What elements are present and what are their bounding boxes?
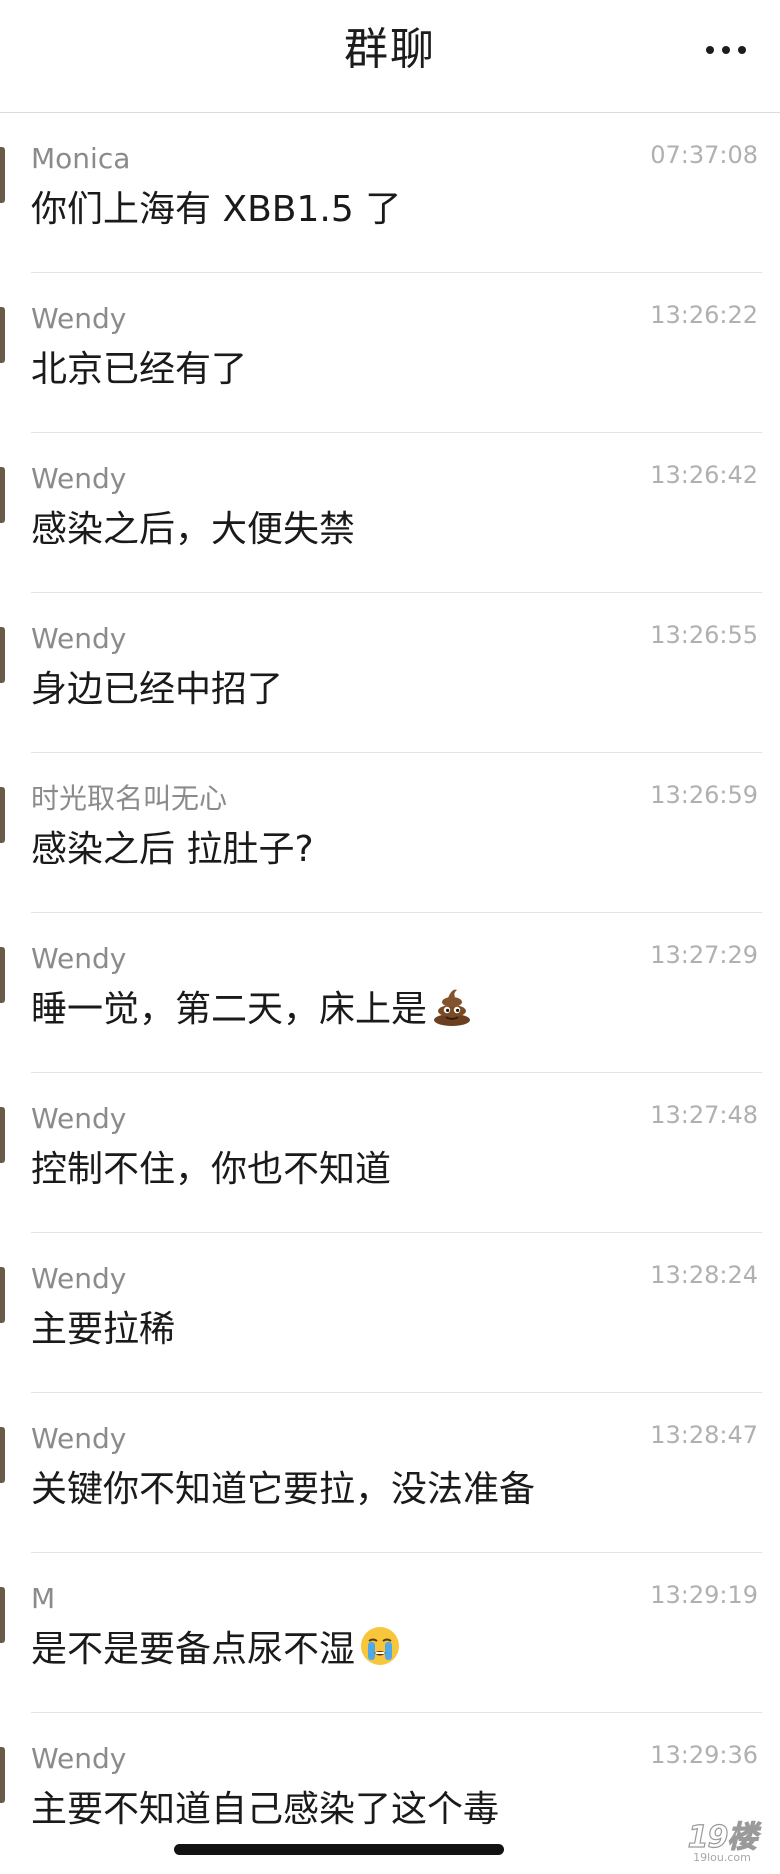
avatar[interactable]	[0, 1107, 5, 1163]
message-text: 主要不知道自己感染了这个毒	[31, 1789, 500, 1830]
watermark-logo: 19楼 19lou.com	[682, 1810, 762, 1866]
more-dots-icon	[706, 46, 714, 54]
message-time: 13:27:29	[650, 941, 758, 969]
message-text: 你们上海有 XBB1.5 了	[31, 189, 402, 230]
avatar[interactable]	[0, 1747, 5, 1803]
page-title: 群聊	[344, 24, 436, 75]
crying-face-emoji	[361, 1627, 400, 1665]
message-text: 身边已经中招了	[31, 669, 284, 710]
message-item[interactable]: Wendy 13:27:48 控制不住，你也不知道	[0, 1073, 780, 1233]
avatar[interactable]	[0, 627, 5, 683]
avatar[interactable]	[0, 147, 5, 203]
avatar[interactable]	[0, 1587, 5, 1643]
sender-name: Wendy	[31, 1742, 127, 1775]
message-time: 13:29:36	[650, 1741, 758, 1769]
avatar[interactable]	[0, 1427, 5, 1483]
sender-name: M	[31, 1582, 56, 1615]
message-item[interactable]: Wendy 13:26:42 感染之后，大便失禁	[0, 433, 780, 593]
message-text: 主要拉稀	[31, 1309, 176, 1350]
sender-name: Monica	[31, 142, 131, 175]
watermark-subtext: 19lou.com	[693, 1851, 751, 1864]
message-item[interactable]: Wendy 13:28:24 主要拉稀	[0, 1233, 780, 1393]
message-item[interactable]: Wendy 13:27:29 睡一觉，第二天，床上是	[0, 913, 780, 1073]
message-item[interactable]: Wendy 13:26:55 身边已经中招了	[0, 593, 780, 753]
pile-of-poo-emoji	[434, 989, 471, 1026]
message-list[interactable]: Monica 07:37:08 你们上海有 XBB1.5 了 Wendy 13:…	[0, 113, 780, 1873]
watermark-text: 19楼	[687, 1819, 758, 1855]
message-text: 感染之后，大便失禁	[31, 509, 356, 550]
sender-name: Wendy	[31, 942, 127, 975]
message-text: 控制不住，你也不知道	[31, 1149, 392, 1190]
avatar[interactable]	[0, 467, 5, 523]
message-time: 13:26:22	[650, 301, 758, 329]
message-time: 13:27:48	[650, 1101, 758, 1129]
message-item[interactable]: 时光取名叫无心 13:26:59 感染之后 拉肚子?	[0, 753, 780, 913]
avatar[interactable]	[0, 787, 5, 843]
avatar[interactable]	[0, 1267, 5, 1323]
message-text: 北京已经有了	[31, 349, 248, 390]
sender-name: Wendy	[31, 1422, 127, 1455]
avatar[interactable]	[0, 947, 5, 1003]
message-time: 07:37:08	[650, 141, 758, 169]
message-item[interactable]: Wendy 13:28:47 关键你不知道它要拉，没法准备	[0, 1393, 780, 1553]
message-text: 是不是要备点尿不湿	[31, 1625, 401, 1675]
sender-name: Wendy	[31, 462, 127, 495]
message-time: 13:29:19	[650, 1581, 758, 1609]
home-indicator[interactable]	[174, 1844, 504, 1855]
message-text: 关键你不知道它要拉，没法准备	[31, 1469, 536, 1510]
message-time: 13:26:55	[650, 621, 758, 649]
sender-name: Wendy	[31, 622, 127, 655]
message-time: 13:28:47	[650, 1421, 758, 1449]
sender-name: Wendy	[31, 1262, 127, 1295]
message-time: 13:28:24	[650, 1261, 758, 1289]
more-dots-icon	[738, 46, 746, 54]
more-dots-icon	[722, 46, 730, 54]
message-time: 13:26:42	[650, 461, 758, 489]
sender-name: Wendy	[31, 1102, 127, 1135]
message-item[interactable]: M 13:29:19 是不是要备点尿不湿	[0, 1553, 780, 1713]
sender-name: 时光取名叫无心	[31, 782, 228, 815]
avatar[interactable]	[0, 307, 5, 363]
message-item[interactable]: Wendy 13:26:22 北京已经有了	[0, 273, 780, 433]
message-item[interactable]: Monica 07:37:08 你们上海有 XBB1.5 了	[0, 113, 780, 273]
sender-name: Wendy	[31, 302, 127, 335]
more-button[interactable]	[698, 30, 754, 70]
message-text: 睡一觉，第二天，床上是	[31, 985, 473, 1035]
message-text: 感染之后 拉肚子?	[31, 829, 314, 870]
message-time: 13:26:59	[650, 781, 758, 809]
header-bar: 群聊	[0, 0, 780, 113]
